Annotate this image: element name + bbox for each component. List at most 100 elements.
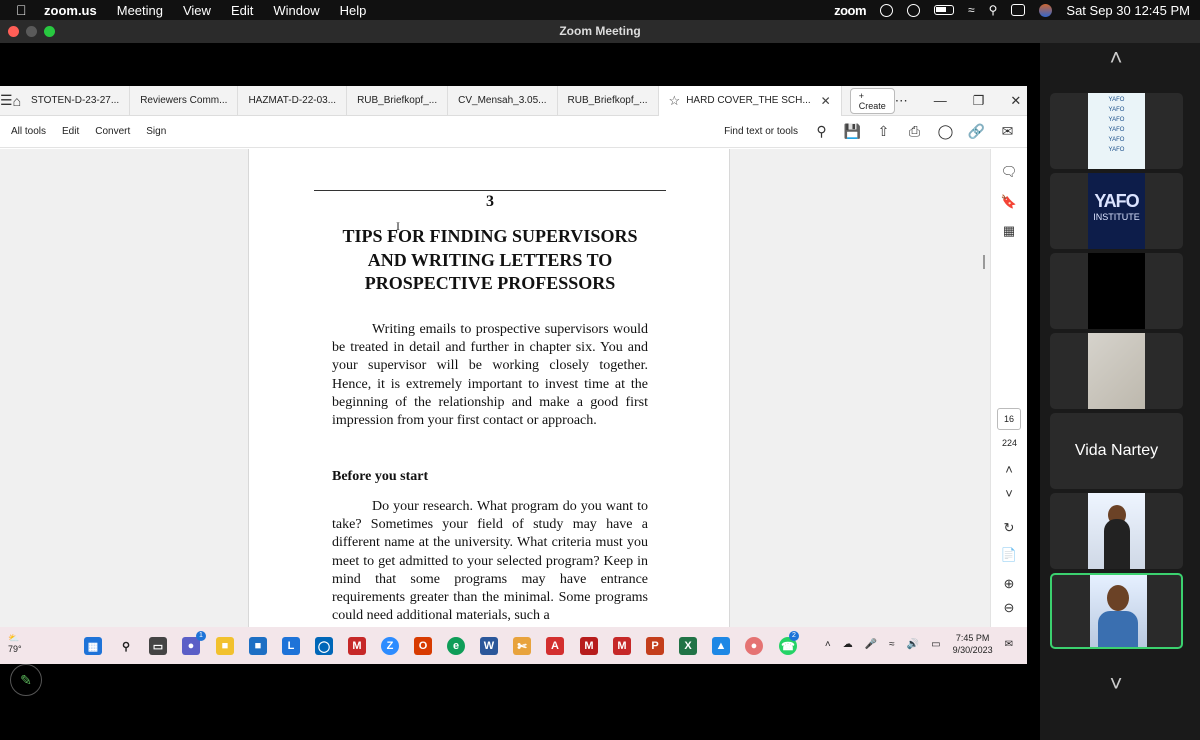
cloud-icon[interactable]: ☁ xyxy=(843,639,853,650)
participant-tile[interactable] xyxy=(1050,493,1183,569)
thumbnails-icon[interactable]: ▦ xyxy=(1000,222,1018,240)
zoom-in-icon[interactable]: ⊕ xyxy=(1000,575,1018,593)
page-number-input[interactable]: 16 xyxy=(997,408,1021,430)
tab-document[interactable]: STOTEN-D-23-27... xyxy=(21,86,131,116)
tab-document[interactable]: RUB_Briefkopf_... xyxy=(347,86,449,116)
menu-view[interactable]: View xyxy=(183,3,211,18)
close-icon[interactable]: ✕ xyxy=(1010,93,1021,109)
print-icon[interactable]: ⎙ xyxy=(907,123,922,139)
email-icon[interactable]: ✉ xyxy=(1000,123,1015,139)
microphone-icon[interactable]: 🎤 xyxy=(865,639,877,650)
store-icon[interactable]: ■ xyxy=(249,637,267,655)
fullscreen-window-icon[interactable] xyxy=(44,26,55,37)
control-center-icon[interactable] xyxy=(1011,4,1026,16)
tab-document[interactable]: RUB_Briefkopf_... xyxy=(558,86,659,116)
search-icon[interactable]: ⚲ xyxy=(814,123,829,139)
convert-menu[interactable]: Convert xyxy=(95,126,130,137)
share-icon[interactable]: ◯ xyxy=(938,123,954,139)
snipping-icon[interactable]: ✄ xyxy=(513,637,531,655)
wifi-icon[interactable]: ≈ xyxy=(889,639,895,650)
zoom-app-icon[interactable]: Z xyxy=(381,637,399,655)
edit-menu[interactable]: Edit xyxy=(62,126,79,137)
menu-window[interactable]: Window xyxy=(273,3,319,18)
document-viewport[interactable]: 3 TIPS FOR FINDING SUPERVISORS AND WRITI… xyxy=(0,149,990,664)
task-view-icon[interactable]: ▭ xyxy=(149,637,167,655)
word-icon[interactable]: W xyxy=(480,637,498,655)
menu-meeting[interactable]: Meeting xyxy=(117,3,163,18)
mcafee-icon[interactable]: M xyxy=(348,637,366,655)
bookmark-icon[interactable]: 🔖 xyxy=(1000,193,1018,211)
active-speaker-tile[interactable] xyxy=(1050,573,1183,649)
menu-help[interactable]: Help xyxy=(340,3,367,18)
tab-document[interactable]: HAZMAT-D-22-03... xyxy=(238,86,348,116)
tab-document[interactable]: CV_Mensah_3.05... xyxy=(448,86,558,116)
star-icon[interactable]: ☆ xyxy=(669,93,681,109)
document-info-icon[interactable]: 📄 xyxy=(1000,546,1018,564)
participant-tile[interactable] xyxy=(1050,333,1183,409)
chevron-up-icon[interactable]: ˄ xyxy=(825,639,831,650)
comments-panel-icon[interactable]: 🗨 xyxy=(1000,163,1018,181)
chevron-down-icon[interactable]: ˅ xyxy=(1100,673,1132,695)
restore-icon[interactable]: ❐ xyxy=(973,93,985,109)
menu-edit[interactable]: Edit xyxy=(231,3,253,18)
all-tools-menu[interactable]: All tools xyxy=(11,126,46,137)
search-icon[interactable]: ⚲ xyxy=(117,637,135,655)
zoom-out-icon[interactable]: ⊖ xyxy=(1000,599,1018,617)
scrollbar-thumb[interactable] xyxy=(983,255,985,269)
refresh-icon[interactable]: ↻ xyxy=(1000,519,1018,537)
notification-icon[interactable]: ✉ xyxy=(1005,639,1013,650)
app-circle-icon[interactable]: ◯ xyxy=(315,637,333,655)
file-explorer-icon[interactable]: ■ xyxy=(216,637,234,655)
battery-icon[interactable] xyxy=(934,5,955,15)
photos-icon[interactable]: ▲ xyxy=(712,637,730,655)
pdf-page[interactable]: 3 TIPS FOR FINDING SUPERVISORS AND WRITI… xyxy=(248,149,730,664)
chevron-up-icon[interactable]: ˄ xyxy=(1000,460,1018,478)
more-options-icon[interactable]: ⋯ xyxy=(895,93,908,109)
app-round-icon[interactable]: ● xyxy=(745,637,763,655)
tab-document[interactable]: Reviewers Comm... xyxy=(130,86,239,116)
chevron-down-icon[interactable]: ˅ xyxy=(1000,484,1018,502)
participant-tile-named[interactable]: Vida Nartey xyxy=(1050,413,1183,489)
spotlight-icon[interactable]: ⚲ xyxy=(989,3,998,17)
menu-app-name[interactable]: zoom.us xyxy=(44,3,97,18)
user-status-icon[interactable] xyxy=(907,3,921,17)
tab-active-document[interactable]: ☆ HARD COVER_THE SCH... ✕ xyxy=(658,86,842,116)
office-icon[interactable]: O xyxy=(414,637,432,655)
pen-status-icon[interactable] xyxy=(880,3,894,17)
wifi-icon[interactable]: ≈ xyxy=(968,3,975,17)
siri-icon[interactable] xyxy=(1039,3,1053,17)
excel-icon[interactable]: X xyxy=(679,637,697,655)
mcafee2-icon[interactable]: M xyxy=(613,637,631,655)
volume-icon[interactable]: 🔊 xyxy=(907,639,919,650)
apple-icon[interactable]:  xyxy=(16,3,30,17)
minimize-window-icon[interactable] xyxy=(26,26,37,37)
save-icon[interactable]: 💾 xyxy=(844,123,861,139)
sign-menu[interactable]: Sign xyxy=(146,126,166,137)
app-l-icon[interactable]: L xyxy=(282,637,300,655)
participant-tile[interactable]: YAFO YAFO YAFO YAFO YAFO YAFO xyxy=(1050,93,1183,169)
upload-icon[interactable]: ⇧ xyxy=(876,123,891,139)
battery-icon[interactable]: ▭ xyxy=(931,639,940,650)
minimize-icon[interactable]: — xyxy=(934,93,947,109)
annotate-pen-button[interactable]: ✎ xyxy=(10,664,42,696)
zoom-status-icon[interactable]: zoom xyxy=(834,3,866,18)
edge-icon[interactable]: e xyxy=(447,637,465,655)
link-icon[interactable]: 🔗 xyxy=(968,123,985,139)
home-icon[interactable]: ⌂ xyxy=(13,86,21,116)
start-icon[interactable]: ▦ xyxy=(84,637,102,655)
acrobat-icon[interactable]: A xyxy=(546,637,564,655)
taskbar-clock[interactable]: 7:45 PM 9/30/2023 xyxy=(953,632,993,656)
weather-widget[interactable]: ⛅ 79° xyxy=(8,633,22,654)
participant-tile[interactable] xyxy=(1050,253,1183,329)
create-button[interactable]: + Create xyxy=(849,87,895,114)
close-tab-icon[interactable]: ✕ xyxy=(821,94,831,108)
close-window-icon[interactable] xyxy=(8,26,19,37)
powerpoint-icon[interactable]: P xyxy=(646,637,664,655)
find-text-label[interactable]: Find text or tools xyxy=(724,126,798,137)
hamburger-menu-icon[interactable]: ☰ xyxy=(0,86,13,116)
system-tray: ˄ ☁ 🎤 ≈ 🔊 ▭ 7:45 PM 9/30/2023 ✉ xyxy=(825,632,1013,656)
chevron-up-icon[interactable]: ˄ xyxy=(1100,47,1132,69)
participant-tile[interactable]: YAFO INSTITUTE xyxy=(1050,173,1183,249)
menubar-datetime[interactable]: Sat Sep 30 12:45 PM xyxy=(1066,3,1190,18)
app-m-icon[interactable]: M xyxy=(580,637,598,655)
